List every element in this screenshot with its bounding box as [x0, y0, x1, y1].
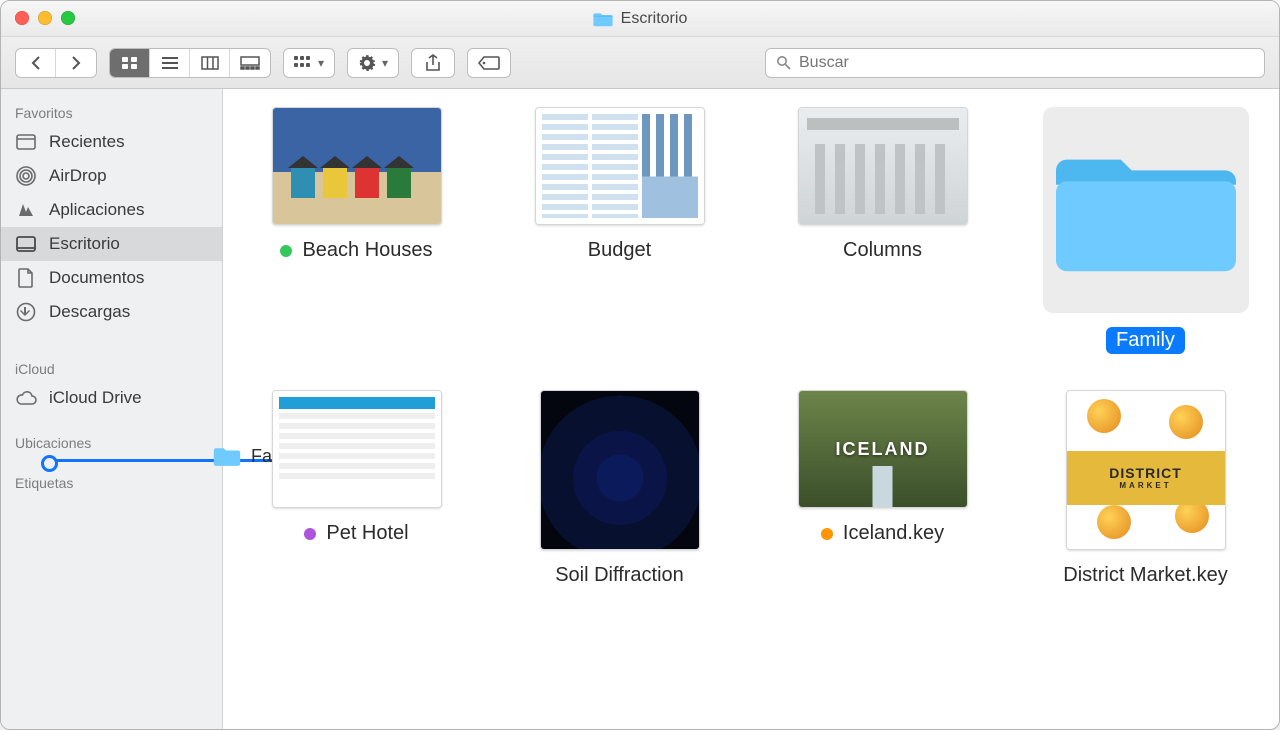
minimize-window-button[interactable] [38, 11, 52, 25]
window-body: Favoritos Recientes AirDrop Aplicaciones… [1, 89, 1279, 729]
thumbnail [1043, 107, 1249, 313]
search-field[interactable] [765, 48, 1265, 78]
file-item[interactable]: ICELAND Iceland.key [765, 390, 1000, 587]
zoom-window-button[interactable] [61, 11, 75, 25]
file-item[interactable]: Budget [502, 107, 737, 354]
airdrop-icon [15, 166, 37, 186]
recents-icon [15, 134, 37, 150]
icon-view-button[interactable] [110, 49, 150, 77]
share-button[interactable] [411, 48, 455, 78]
list-view-button[interactable] [150, 49, 190, 77]
sidebar: Favoritos Recientes AirDrop Aplicaciones… [1, 89, 223, 729]
sidebar-item-label: iCloud Drive [49, 388, 142, 408]
sidebar-item-applications[interactable]: Aplicaciones [1, 193, 222, 227]
toolbar: ▾ ▾ [1, 37, 1279, 89]
sidebar-item-desktop[interactable]: Escritorio [1, 227, 222, 261]
file-label: Soil Diffraction [555, 564, 684, 587]
titlebar: Escritorio [1, 1, 1279, 37]
chevron-down-icon: ▾ [382, 56, 388, 70]
window-title-group: Escritorio [593, 10, 688, 28]
file-label: Family [1106, 327, 1185, 354]
nav-buttons [15, 48, 97, 78]
sidebar-item-airdrop[interactable]: AirDrop [1, 159, 222, 193]
sidebar-item-icloud-drive[interactable]: iCloud Drive [1, 381, 222, 415]
sidebar-item-recents[interactable]: Recientes [1, 125, 222, 159]
search-input[interactable] [799, 54, 1254, 72]
file-label: Iceland.key [843, 522, 944, 545]
action-button[interactable]: ▾ [347, 48, 399, 78]
forward-button[interactable] [56, 49, 96, 77]
sidebar-item-label: AirDrop [49, 166, 107, 186]
share-icon [425, 54, 441, 72]
sidebar-item-downloads[interactable]: Descargas [1, 295, 222, 329]
finder-window: Escritorio [0, 0, 1280, 730]
window-title: Escritorio [621, 10, 688, 28]
cloud-icon [15, 390, 37, 406]
tag-dot-purple [304, 528, 316, 540]
sidebar-item-label: Aplicaciones [49, 200, 144, 220]
tag-icon [478, 56, 500, 70]
file-label: Pet Hotel [326, 522, 408, 545]
desktop-icon [15, 236, 37, 252]
file-item[interactable]: Soil Diffraction [502, 390, 737, 587]
file-label: Beach Houses [302, 239, 432, 262]
close-window-button[interactable] [15, 11, 29, 25]
view-switcher [109, 48, 271, 78]
folder-icon [1056, 135, 1236, 285]
file-item[interactable]: Pet Hotel [239, 390, 474, 587]
file-item[interactable]: Beach Houses [239, 107, 474, 354]
thumbnail: DISTRICTMARKET [1066, 390, 1226, 550]
sidebar-header-icloud: iCloud [1, 355, 222, 381]
thumbnail [272, 390, 442, 508]
file-label: District Market.key [1063, 564, 1227, 587]
chevron-down-icon: ▾ [318, 56, 324, 70]
thumbnail: ICELAND [798, 390, 968, 508]
gear-icon [358, 54, 376, 72]
search-icon [776, 55, 791, 70]
file-label: Budget [588, 239, 651, 262]
thumbnail [535, 107, 705, 225]
tag-dot-green [280, 245, 292, 257]
sidebar-item-label: Descargas [49, 302, 130, 322]
sidebar-header-favorites: Favoritos [1, 99, 222, 125]
file-item[interactable]: Columns [765, 107, 1000, 354]
sidebar-item-label: Documentos [49, 268, 144, 288]
tags-button[interactable] [467, 48, 511, 78]
sidebar-item-label: Recientes [49, 132, 125, 152]
tag-dot-orange [821, 528, 833, 540]
sidebar-item-documents[interactable]: Documentos [1, 261, 222, 295]
downloads-icon [15, 302, 37, 322]
applications-icon [15, 201, 37, 219]
folder-item[interactable]: Family [1028, 107, 1263, 354]
file-label: Columns [843, 239, 922, 262]
documents-icon [15, 268, 37, 288]
thumbnail [272, 107, 442, 225]
column-view-button[interactable] [190, 49, 230, 77]
icon-grid: Beach Houses Budget Columns [239, 107, 1263, 587]
thumbnail [798, 107, 968, 225]
thumbnail [540, 390, 700, 550]
sidebar-header-locations: Ubicaciones [1, 429, 222, 455]
sidebar-header-tags: Etiquetas [1, 469, 222, 495]
traffic-lights [15, 11, 75, 25]
sidebar-item-label: Escritorio [49, 234, 120, 254]
file-item[interactable]: DISTRICTMARKET District Market.key [1028, 390, 1263, 587]
arrange-button[interactable]: ▾ [283, 48, 335, 78]
back-button[interactable] [16, 49, 56, 77]
gallery-view-button[interactable] [230, 49, 270, 77]
icon-grid-area[interactable]: Beach Houses Budget Columns [223, 89, 1279, 729]
folder-icon [593, 11, 613, 27]
